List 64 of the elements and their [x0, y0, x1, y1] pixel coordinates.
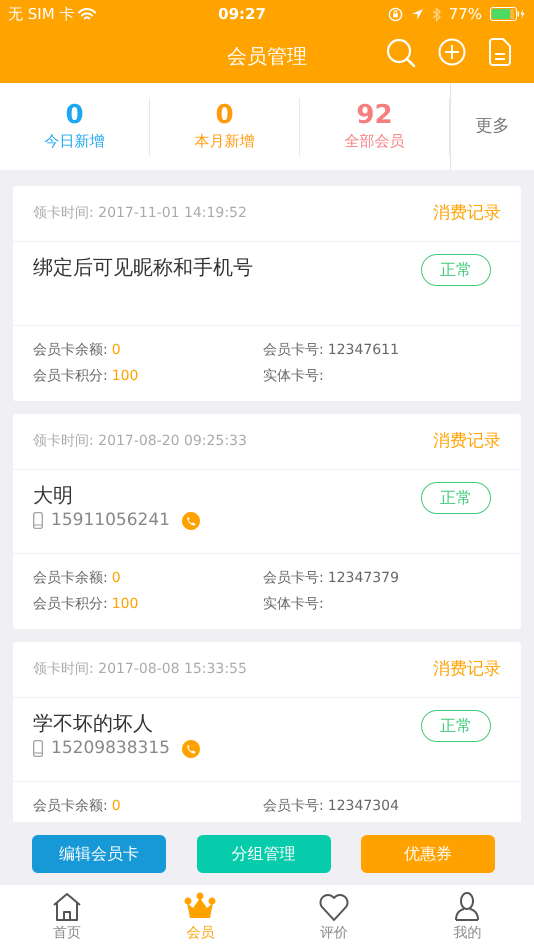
field-label: 会员卡号: — [263, 797, 324, 816]
wifi-icon — [78, 8, 96, 20]
field-label: 会员卡号: — [263, 341, 324, 360]
tab-item[interactable]: 我的 — [400, 885, 534, 950]
action-button[interactable]: 优惠券 — [361, 834, 495, 872]
member-name: 学不坏的坏人 — [33, 710, 154, 736]
action-button[interactable]: 分组管理 — [196, 834, 330, 872]
field-label: 会员卡积分: — [33, 595, 108, 614]
field-value: 12347379 — [328, 569, 399, 588]
battery-icon — [490, 7, 526, 21]
member-name: 大明 — [33, 482, 74, 508]
issue-time-text: 领卡时间: 2017-11-01 14:19:52 — [33, 204, 247, 223]
records-link[interactable]: 消费记录 — [433, 200, 501, 226]
document-icon[interactable] — [488, 38, 512, 66]
member-name: 绑定后可见昵称和手机号 — [33, 254, 253, 280]
more-link[interactable]: 更多 — [476, 114, 510, 140]
issue-time-text: 领卡时间: 2017-08-20 09:25:33 — [33, 432, 247, 451]
field-value: 12347304 — [328, 797, 399, 816]
phone-number: 15209838315 — [51, 737, 170, 760]
field-label: 会员卡积分: — [33, 367, 108, 386]
phone-call-icon[interactable] — [182, 512, 200, 530]
bluetooth-icon — [432, 6, 441, 22]
tab-item[interactable]: 会员 — [134, 885, 267, 950]
field-value: 0 — [112, 569, 121, 588]
field-label: 会员卡号: — [263, 569, 324, 588]
action-button[interactable]: 编辑会员卡 — [32, 834, 166, 872]
mobile-icon — [33, 512, 43, 530]
records-link[interactable]: 消费记录 — [433, 656, 501, 682]
page-title: 会员管理 — [227, 42, 307, 70]
stat-label: 今日新增 — [44, 130, 104, 152]
stat-count: 92 — [356, 100, 393, 130]
heart-icon — [318, 891, 350, 923]
phone-call-icon[interactable] — [182, 740, 200, 758]
field-value: 12347611 — [328, 341, 399, 360]
stat-label: 全部会员 — [344, 130, 404, 152]
field-label: 实体卡号: — [263, 595, 324, 614]
clock-text: 09:27 — [218, 4, 266, 25]
status-badge: 正常 — [421, 710, 491, 742]
field-label: 会员卡余额: — [33, 341, 108, 360]
status-badge: 正常 — [421, 254, 491, 286]
field-value: 0 — [112, 341, 121, 360]
phone-number: 15911056241 — [51, 509, 170, 532]
field-label: 实体卡号: — [263, 367, 324, 386]
stat-count: 0 — [65, 100, 84, 130]
field-label: 会员卡余额: — [33, 797, 108, 816]
carrier-text: 无 SIM 卡 — [8, 4, 74, 25]
battery-text: 77% — [448, 4, 482, 25]
field-label: 会员卡余额: — [33, 569, 108, 588]
lock-rotation-icon — [388, 6, 403, 22]
field-value: 100 — [112, 595, 138, 614]
records-link[interactable]: 消费记录 — [433, 428, 501, 454]
location-icon — [410, 8, 424, 20]
issue-time-text: 领卡时间: 2017-08-08 15:33:55 — [33, 660, 247, 679]
field-value: 100 — [112, 367, 138, 386]
mobile-icon — [33, 740, 43, 758]
stat-count: 0 — [215, 100, 234, 130]
search-icon[interactable] — [386, 38, 416, 68]
add-icon[interactable] — [438, 38, 466, 66]
field-value: 0 — [112, 797, 121, 816]
stat-label: 本月新增 — [194, 130, 254, 152]
tab-item[interactable]: 评价 — [267, 885, 400, 950]
tab-item[interactable]: 首页 — [0, 885, 134, 950]
status-badge: 正常 — [421, 482, 491, 514]
home-icon — [50, 891, 83, 923]
